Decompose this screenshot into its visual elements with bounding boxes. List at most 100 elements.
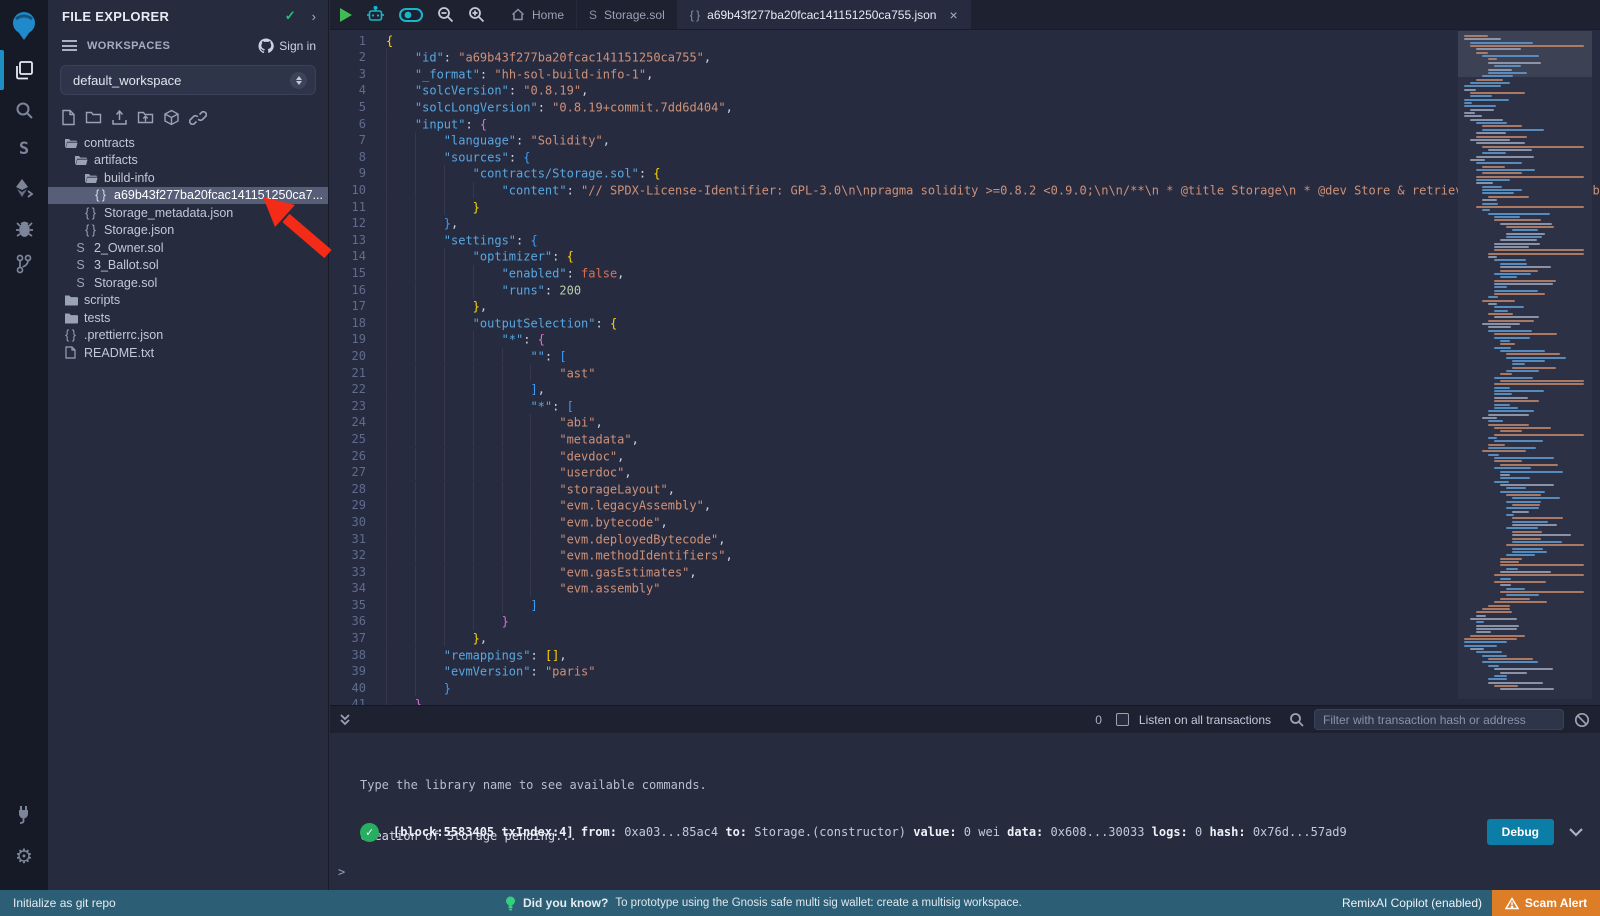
search-icon[interactable] bbox=[0, 92, 48, 128]
tree-item-scripts[interactable]: scripts bbox=[48, 292, 328, 310]
code-line[interactable]: 28"storageLayout", bbox=[330, 481, 1600, 498]
tree-item-storage-json[interactable]: { }Storage.json bbox=[48, 222, 328, 240]
code-line[interactable]: 14"optimizer": { bbox=[330, 248, 1600, 265]
tree-item-2-owner-sol[interactable]: S2_Owner.sol bbox=[48, 239, 328, 257]
code-line[interactable]: 32"evm.methodIdentifiers", bbox=[330, 547, 1600, 564]
code-line[interactable]: 25"metadata", bbox=[330, 431, 1600, 448]
code-line[interactable]: 30"evm.bytecode", bbox=[330, 514, 1600, 531]
code-line[interactable]: 41}, bbox=[330, 696, 1600, 705]
tree-item-build-info[interactable]: build-info bbox=[48, 169, 328, 187]
code-line[interactable]: 34"evm.assembly" bbox=[330, 580, 1600, 597]
tree-item-a69b43f277ba20fcac141151250ca7-[interactable]: { }a69b43f277ba20fcac141151250ca7... bbox=[48, 187, 328, 205]
tree-item-3-ballot-sol[interactable]: S3_Ballot.sol bbox=[48, 257, 328, 275]
expand-panel-icon[interactable]: › bbox=[312, 9, 316, 24]
code-line[interactable]: 1{ bbox=[330, 33, 1600, 49]
code-line[interactable]: 11} bbox=[330, 199, 1600, 216]
code-line[interactable]: 40} bbox=[330, 680, 1600, 697]
tree-item-readme-txt[interactable]: README.txt bbox=[48, 344, 328, 362]
code-line[interactable]: 24"abi", bbox=[330, 414, 1600, 431]
tree-item-contracts[interactable]: contracts bbox=[48, 134, 328, 152]
terminal-prompt[interactable]: > bbox=[338, 865, 345, 879]
copilot-status[interactable]: RemixAI Copilot (enabled) bbox=[1342, 896, 1482, 910]
ai-copilot-icon[interactable] bbox=[366, 6, 385, 24]
code-line[interactable]: 2"id": "a69b43f277ba20fcac141151250ca755… bbox=[330, 49, 1600, 66]
code-line[interactable]: 8"sources": { bbox=[330, 149, 1600, 166]
indent-guide bbox=[386, 331, 415, 347]
listen-all-checkbox[interactable] bbox=[1116, 713, 1129, 726]
settings-icon[interactable]: ⚙ bbox=[0, 838, 48, 874]
code-line[interactable]: 7"language": "Solidity", bbox=[330, 132, 1600, 149]
close-tab-icon[interactable]: × bbox=[949, 7, 957, 23]
code-line[interactable]: 38"remappings": [], bbox=[330, 647, 1600, 664]
indent-guide bbox=[530, 564, 559, 580]
upload-folder-icon[interactable] bbox=[137, 110, 154, 125]
indent-guide bbox=[386, 580, 415, 596]
debugger-icon[interactable] bbox=[0, 210, 48, 246]
clear-console-icon[interactable] bbox=[1574, 712, 1590, 728]
terminal-body[interactable]: Type the library name to see available c… bbox=[330, 733, 1600, 889]
upload-file-icon[interactable] bbox=[111, 109, 128, 126]
source-control-icon[interactable] bbox=[0, 246, 48, 282]
code-line[interactable]: 35] bbox=[330, 597, 1600, 614]
code-line[interactable]: 4"solcVersion": "0.8.19", bbox=[330, 82, 1600, 99]
code-line[interactable]: 23"*": [ bbox=[330, 398, 1600, 415]
solidity-compiler-icon[interactable]: S bbox=[0, 131, 48, 167]
tree-item-artifacts[interactable]: artifacts bbox=[48, 152, 328, 170]
code-line[interactable]: 39"evmVersion": "paris" bbox=[330, 663, 1600, 680]
scam-alert-button[interactable]: Scam Alert bbox=[1492, 890, 1600, 916]
code-line[interactable]: 3"_format": "hh-sol-build-info-1", bbox=[330, 66, 1600, 83]
code-line[interactable]: 5"solcLongVersion": "0.8.19+commit.7dd6d… bbox=[330, 99, 1600, 116]
plugin-manager-icon[interactable] bbox=[0, 796, 48, 832]
code-line[interactable]: 22], bbox=[330, 381, 1600, 398]
code-line[interactable]: 12}, bbox=[330, 215, 1600, 232]
code-line[interactable]: 20"": [ bbox=[330, 348, 1600, 365]
code-line[interactable]: 16"runs": 200 bbox=[330, 282, 1600, 299]
minimap[interactable] bbox=[1458, 31, 1592, 699]
link-import-icon[interactable] bbox=[189, 111, 207, 125]
run-script-button[interactable] bbox=[340, 8, 352, 22]
remix-logo-icon[interactable] bbox=[0, 6, 48, 46]
code-line[interactable]: 31"evm.deployedBytecode", bbox=[330, 531, 1600, 548]
zoom-out-icon[interactable] bbox=[437, 6, 454, 23]
tab-storage-sol[interactable]: SStorage.sol bbox=[577, 0, 678, 29]
new-file-icon[interactable] bbox=[61, 109, 76, 126]
transaction-filter-input[interactable] bbox=[1314, 709, 1564, 730]
collapse-terminal-icon[interactable] bbox=[338, 713, 352, 727]
deploy-run-icon[interactable] bbox=[0, 170, 48, 206]
code-line[interactable]: 13"settings": { bbox=[330, 232, 1600, 249]
code-line[interactable]: 37}, bbox=[330, 630, 1600, 647]
code-line[interactable]: 15"enabled": false, bbox=[330, 265, 1600, 282]
tree-item--prettierrc-json[interactable]: { }.prettierrc.json bbox=[48, 327, 328, 345]
copilot-toggle-icon[interactable] bbox=[399, 8, 423, 22]
tree-item-storage-metadata-json[interactable]: { }Storage_metadata.json bbox=[48, 204, 328, 222]
workspace-menu-icon[interactable] bbox=[62, 40, 77, 51]
code-line[interactable]: 9"contracts/Storage.sol": { bbox=[330, 165, 1600, 182]
code-line[interactable]: 26"devdoc", bbox=[330, 448, 1600, 465]
github-signin-button[interactable]: Sign in bbox=[258, 38, 316, 53]
code-line[interactable]: 29"evm.legacyAssembly", bbox=[330, 497, 1600, 514]
debug-button[interactable]: Debug bbox=[1487, 819, 1554, 845]
tree-item-tests[interactable]: tests bbox=[48, 309, 328, 327]
tx-expand-icon[interactable] bbox=[1568, 827, 1584, 837]
new-folder-icon[interactable] bbox=[85, 110, 102, 125]
json-icon: { } bbox=[690, 8, 700, 22]
code-line[interactable]: 10"content": "// SPDX-License-Identifier… bbox=[330, 182, 1600, 199]
code-line[interactable]: 18"outputSelection": { bbox=[330, 315, 1600, 332]
code-editor[interactable]: 1{2"id": "a69b43f277ba20fcac141151250ca7… bbox=[330, 31, 1600, 705]
transaction-log-row[interactable]: ✓ [block:5583405 txIndex:4] from: 0xa03.… bbox=[360, 819, 1584, 845]
tree-item-storage-sol[interactable]: SStorage.sol bbox=[48, 274, 328, 292]
zoom-in-icon[interactable] bbox=[468, 6, 485, 23]
code-line[interactable]: 19"*": { bbox=[330, 331, 1600, 348]
tab-home[interactable]: Home bbox=[499, 0, 577, 29]
file-explorer-icon[interactable] bbox=[0, 52, 48, 88]
code-line[interactable]: 17}, bbox=[330, 298, 1600, 315]
code-line[interactable]: 36} bbox=[330, 613, 1600, 630]
workspace-select[interactable]: default_workspace bbox=[60, 65, 316, 95]
tab-a69b43f277ba20fcac141151250ca755-json[interactable]: { }a69b43f277ba20fcac141151250ca755.json… bbox=[678, 0, 971, 29]
code-line[interactable]: 6"input": { bbox=[330, 116, 1600, 133]
code-line[interactable]: 27"userdoc", bbox=[330, 464, 1600, 481]
git-init-button[interactable]: Initialize as git repo bbox=[0, 896, 116, 910]
code-line[interactable]: 21"ast" bbox=[330, 365, 1600, 382]
ipfs-import-icon[interactable] bbox=[163, 109, 180, 126]
code-line[interactable]: 33"evm.gasEstimates", bbox=[330, 564, 1600, 581]
